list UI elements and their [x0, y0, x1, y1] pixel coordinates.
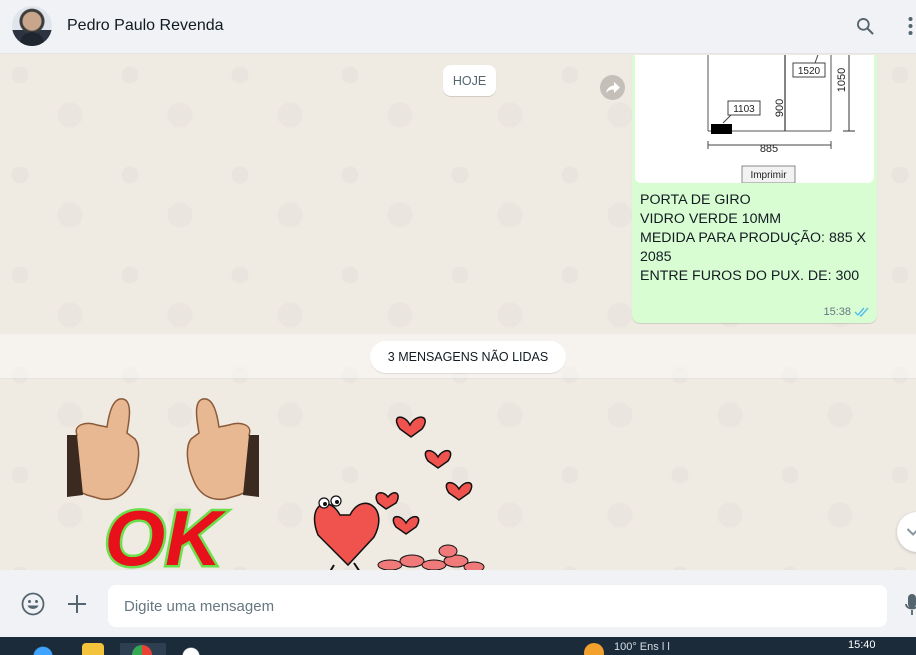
- message-line: VIDRO VERDE 10MM: [640, 211, 782, 227]
- folder-icon[interactable]: [82, 643, 104, 655]
- app-icon[interactable]: [180, 643, 202, 655]
- dim-1103: 1103: [733, 104, 755, 115]
- scroll-down-button[interactable]: [897, 512, 916, 552]
- message-line: ENTRE FUROS DO PUX. DE: 300: [640, 268, 860, 284]
- chrome-icon[interactable]: [120, 643, 166, 655]
- chat-header: Pedro Paulo Revenda: [0, 0, 916, 54]
- contact-name[interactable]: Pedro Paulo Revenda: [67, 17, 224, 35]
- dim-885: 885: [760, 143, 778, 155]
- unread-divider: 3 MENSAGENS NÃO LIDAS: [0, 333, 916, 379]
- menu-icon[interactable]: [905, 16, 916, 36]
- unread-messages-chip: 3 MENSAGENS NÃO LIDAS: [370, 341, 566, 373]
- ok-sticker-text: OK: [105, 494, 228, 570]
- weather-icon[interactable]: [584, 643, 604, 655]
- message-line: MEDIDA PARA PRODUÇÃO: 885 X: [640, 230, 867, 246]
- hearts-sticker[interactable]: [310, 405, 495, 570]
- search-icon[interactable]: [855, 16, 875, 36]
- read-ticks-icon: [854, 307, 869, 317]
- message-text: PORTA DE GIRO VIDRO VERDE 10MM MEDIDA PA…: [640, 191, 870, 286]
- thumbs-up-ok-sticker[interactable]: OK: [67, 395, 259, 570]
- contact-avatar[interactable]: [12, 6, 52, 46]
- print-button[interactable]: Imprimir: [750, 170, 787, 181]
- microphone-icon[interactable]: [905, 593, 916, 617]
- message-line: PORTA DE GIRO: [640, 192, 751, 208]
- message-composer: [0, 570, 916, 637]
- message-image[interactable]: 1520 1050 900 1103 885 Imprimir: [635, 55, 874, 183]
- clock-time[interactable]: 15:40: [848, 639, 876, 651]
- forward-icon[interactable]: [600, 75, 625, 100]
- os-taskbar: 100° Ens l l 15:40: [0, 637, 916, 655]
- tray-text: 100° Ens l l: [614, 641, 670, 653]
- dim-1520: 1520: [798, 66, 821, 77]
- dim-1050: 1050: [836, 68, 848, 92]
- technical-drawing: 1520 1050 900 1103 885 Imprimir: [707, 55, 855, 183]
- message-list[interactable]: HOJE 1520 1050 900 1103 885 Imprimir POR…: [0, 55, 916, 570]
- emoji-icon[interactable]: [21, 592, 45, 616]
- chevron-down-icon: [906, 528, 916, 536]
- date-chip: HOJE: [443, 65, 496, 96]
- outgoing-message[interactable]: 1520 1050 900 1103 885 Imprimir PORTA DE…: [632, 55, 877, 323]
- dim-900: 900: [774, 99, 786, 117]
- edge-icon[interactable]: [32, 643, 54, 655]
- message-line: 2085: [640, 249, 672, 265]
- plus-icon[interactable]: [66, 593, 88, 615]
- message-input[interactable]: [108, 585, 887, 627]
- message-time: 15:38: [823, 306, 851, 318]
